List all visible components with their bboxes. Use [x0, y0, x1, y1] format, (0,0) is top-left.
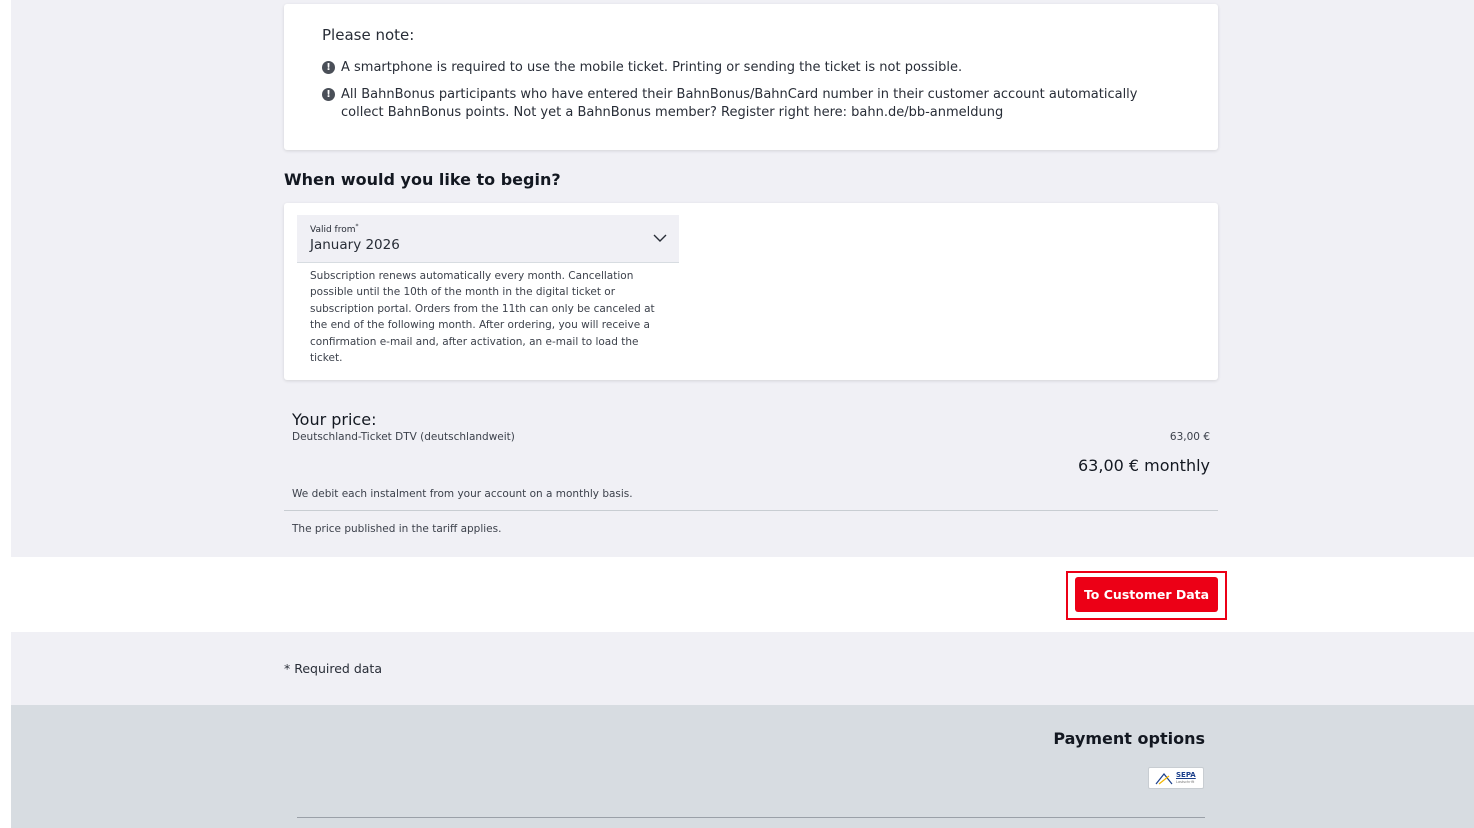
valid-from-value: January 2026	[310, 237, 400, 253]
subscription-help-text: Subscription renews automatically every …	[310, 270, 655, 365]
chevron-down-icon	[653, 234, 667, 242]
price-divider	[284, 510, 1218, 511]
footer	[11, 705, 1474, 828]
sepa-logo-icon	[1155, 773, 1173, 785]
sepa-label: SEPA	[1176, 771, 1196, 779]
exclamation-circle-icon: !	[322, 88, 335, 101]
valid-from-label: Valid from*	[310, 223, 359, 235]
valid-from-select[interactable]: Valid from* January 2026	[297, 215, 679, 263]
required-note-area	[11, 632, 1474, 705]
note-item-text: A smartphone is required to use the mobi…	[341, 60, 963, 75]
footer-divider	[297, 817, 1205, 818]
debit-note: We debit each instalment from your accou…	[292, 488, 633, 500]
sepa-badge: SEPA Lastschrift	[1148, 767, 1204, 789]
note-card	[284, 4, 1218, 150]
required-data-note: * Required data	[284, 661, 382, 676]
exclamation-circle-icon: !	[322, 61, 335, 74]
price-item-amount: 63,00 €	[1169, 431, 1210, 443]
to-customer-data-button[interactable]: To Customer Data	[1075, 577, 1218, 612]
price-item-name: Deutschland-Ticket DTV (deutschlandweit)	[292, 431, 515, 443]
price-total: 63,00 € monthly	[1078, 456, 1210, 475]
note-title: Please note:	[322, 26, 415, 44]
action-bar	[11, 557, 1474, 632]
payment-options-title: Payment options	[1053, 729, 1205, 748]
sepa-sublabel: Lastschrift	[1176, 780, 1195, 784]
start-heading: When would you like to begin?	[284, 170, 561, 189]
note-item-text: All BahnBonus participants who have ente…	[341, 87, 1138, 120]
note-item: ! All BahnBonus participants who have en…	[322, 86, 1171, 122]
price-title: Your price:	[292, 410, 377, 429]
note-item: ! A smartphone is required to use the mo…	[322, 59, 1171, 77]
tariff-note: The price published in the tariff applie…	[292, 523, 502, 535]
